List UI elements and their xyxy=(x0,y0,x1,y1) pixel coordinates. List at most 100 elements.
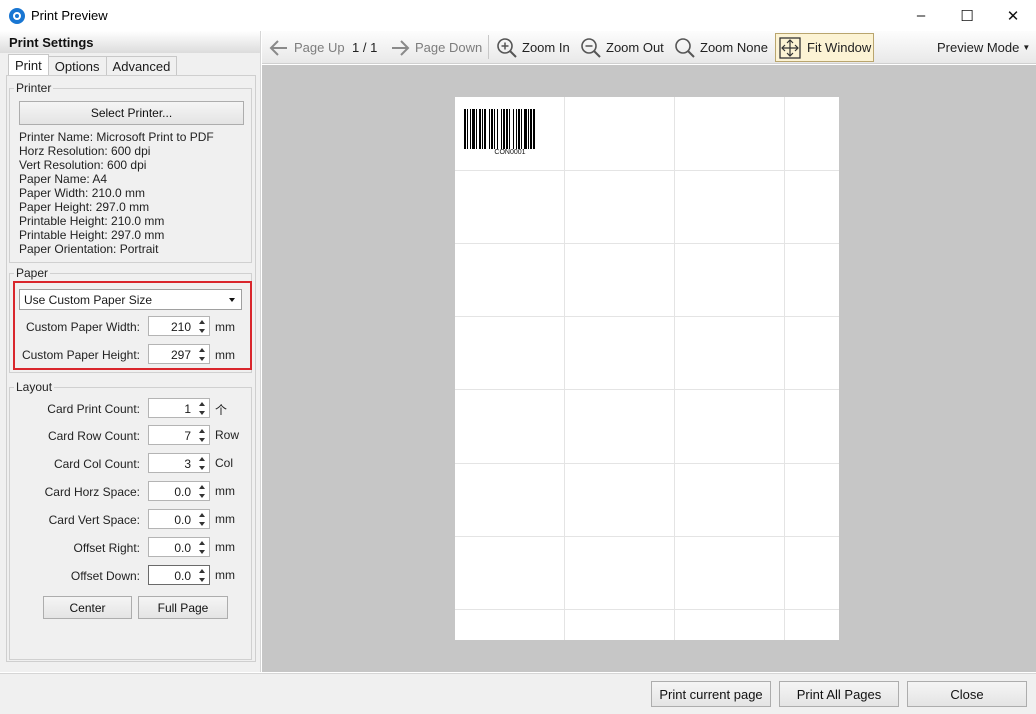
card-horz-space-stepper[interactable]: 0.0 xyxy=(148,481,210,501)
grid-line xyxy=(455,170,839,171)
window-title: Print Preview xyxy=(31,8,108,23)
card-row-count-stepper[interactable]: 7 xyxy=(148,425,210,445)
paper-width: Paper Width: 210.0 mm xyxy=(19,186,146,200)
center-button[interactable]: Center xyxy=(43,596,132,619)
stepper-arrows-icon[interactable] xyxy=(199,320,206,333)
caret-down-icon: ▼ xyxy=(1022,43,1031,52)
fit-window-label: Fit Window xyxy=(807,40,872,55)
bottom-button-bar: Print current page Print All Pages Close xyxy=(0,673,1036,714)
app-icon xyxy=(9,7,25,24)
barcode-bars xyxy=(464,109,535,149)
card-col-count-stepper[interactable]: 3 xyxy=(148,453,210,473)
printable-width: Printable Height: 210.0 mm xyxy=(19,214,165,228)
card-vert-space-stepper[interactable]: 0.0 xyxy=(148,509,210,529)
card-row-count-unit: Row xyxy=(215,428,240,442)
title-bar: Print Preview – ☐ ✕ xyxy=(0,0,1036,31)
custom-width-stepper[interactable]: 210 xyxy=(148,316,210,336)
tab-options[interactable]: Options xyxy=(47,56,107,75)
offset-down-stepper[interactable]: 0.0 xyxy=(148,565,210,585)
paper-size-select[interactable]: Use Custom Paper Size xyxy=(19,289,242,310)
zoom-in-button[interactable]: Zoom In xyxy=(496,31,570,64)
card-vert-space-label: Card Vert Space: xyxy=(48,513,140,527)
tab-advanced[interactable]: Advanced xyxy=(105,56,178,75)
card-row-count-value: 7 xyxy=(184,429,191,443)
paper-height: Paper Height: 297.0 mm xyxy=(19,200,150,214)
card-horz-space-label: Card Horz Space: xyxy=(44,485,140,499)
zoom-out-label: Zoom Out xyxy=(606,40,664,55)
stepper-arrows-icon[interactable] xyxy=(199,402,206,415)
page-down-label: Page Down xyxy=(415,40,483,55)
zoom-out-icon xyxy=(581,37,601,58)
zoom-in-icon xyxy=(497,37,517,58)
grid-line xyxy=(455,243,839,244)
preview-area[interactable]: CON0001 xyxy=(262,65,1036,672)
chevron-down-icon xyxy=(229,298,235,302)
page-up-button[interactable]: Page Up xyxy=(268,31,345,64)
grid-line xyxy=(455,536,839,537)
grid-line xyxy=(455,316,839,317)
preview-mode-label: Preview Mode xyxy=(937,40,1020,55)
close-window-button[interactable]: ✕ xyxy=(990,0,1036,31)
stepper-arrows-icon[interactable] xyxy=(199,429,206,442)
card-print-count-value: 1 xyxy=(184,402,191,416)
stepper-arrows-icon[interactable] xyxy=(199,485,206,498)
offset-right-label: Offset Right: xyxy=(73,541,140,555)
offset-right-stepper[interactable]: 0.0 xyxy=(148,537,210,557)
stepper-arrows-icon[interactable] xyxy=(199,348,206,361)
fit-window-button[interactable]: Fit Window xyxy=(779,31,871,64)
zoom-none-button[interactable]: Zoom None xyxy=(674,31,768,64)
custom-height-unit: mm xyxy=(215,348,235,362)
paper-group-title: Paper xyxy=(14,266,51,280)
grid-line xyxy=(784,97,785,640)
custom-height-value: 297 xyxy=(170,348,191,362)
grid-line xyxy=(455,463,839,464)
select-printer-button[interactable]: Select Printer... xyxy=(19,101,244,125)
stepper-arrows-icon[interactable] xyxy=(199,569,206,582)
offset-down-value: 0.0 xyxy=(174,569,191,583)
tab-print[interactable]: Print xyxy=(8,54,49,75)
zoom-in-label: Zoom In xyxy=(522,40,570,55)
printable-height: Printable Height: 297.0 mm xyxy=(19,228,165,242)
card-print-count-label: Card Print Count: xyxy=(47,402,140,416)
offset-right-unit: mm xyxy=(215,540,235,554)
print-current-page-button[interactable]: Print current page xyxy=(651,681,771,707)
close-button[interactable]: Close xyxy=(907,681,1027,707)
card-print-count-unit: 个 xyxy=(215,403,228,417)
horz-resolution: Horz Resolution: 600 dpi xyxy=(19,144,151,158)
vert-resolution: Vert Resolution: 600 dpi xyxy=(19,158,147,172)
card-horz-space-unit: mm xyxy=(215,484,235,498)
grid-line xyxy=(455,609,839,610)
stepper-arrows-icon[interactable] xyxy=(199,541,206,554)
page-down-button[interactable]: Page Down xyxy=(389,31,482,64)
offset-down-label: Offset Down: xyxy=(70,569,140,583)
card-row-count-label: Card Row Count: xyxy=(47,429,140,443)
card-horz-space-value: 0.0 xyxy=(174,485,191,499)
print-settings-panel: Print Settings Print Options Advanced Pr… xyxy=(0,31,261,672)
paper-orientation: Paper Orientation: Portrait xyxy=(19,242,159,256)
card-print-count-stepper[interactable]: 1 xyxy=(148,398,210,418)
printer-name: Printer Name: Microsoft Print to PDF xyxy=(19,130,214,144)
custom-height-stepper[interactable]: 297 xyxy=(148,344,210,364)
stepper-arrows-icon[interactable] xyxy=(199,513,206,526)
full-page-button[interactable]: Full Page xyxy=(138,596,228,619)
grid-line xyxy=(564,97,565,640)
preview-mode-dropdown[interactable]: Preview Mode ▼ xyxy=(937,31,1030,64)
layout-group-title: Layout xyxy=(14,380,55,394)
custom-width-unit: mm xyxy=(215,320,235,334)
maximize-button[interactable]: ☐ xyxy=(944,0,990,31)
minimize-button[interactable]: – xyxy=(898,0,944,31)
custom-height-label: Custom Paper Height: xyxy=(21,348,140,362)
arrow-left-icon xyxy=(269,39,287,56)
card-vert-space-value: 0.0 xyxy=(174,513,191,527)
zoom-out-button[interactable]: Zoom Out xyxy=(580,31,664,64)
settings-tabs: Print Options Advanced xyxy=(8,54,178,75)
print-all-pages-button[interactable]: Print All Pages xyxy=(779,681,899,707)
grid-line xyxy=(455,389,839,390)
stepper-arrows-icon[interactable] xyxy=(199,457,206,470)
custom-width-value: 210 xyxy=(170,320,191,334)
page-indicator: 1 / 1 xyxy=(352,40,378,55)
card-col-count-value: 3 xyxy=(184,457,191,471)
toolbar-separator xyxy=(488,35,489,59)
zoom-none-label: Zoom None xyxy=(700,40,768,55)
magnifier-icon xyxy=(675,37,695,58)
